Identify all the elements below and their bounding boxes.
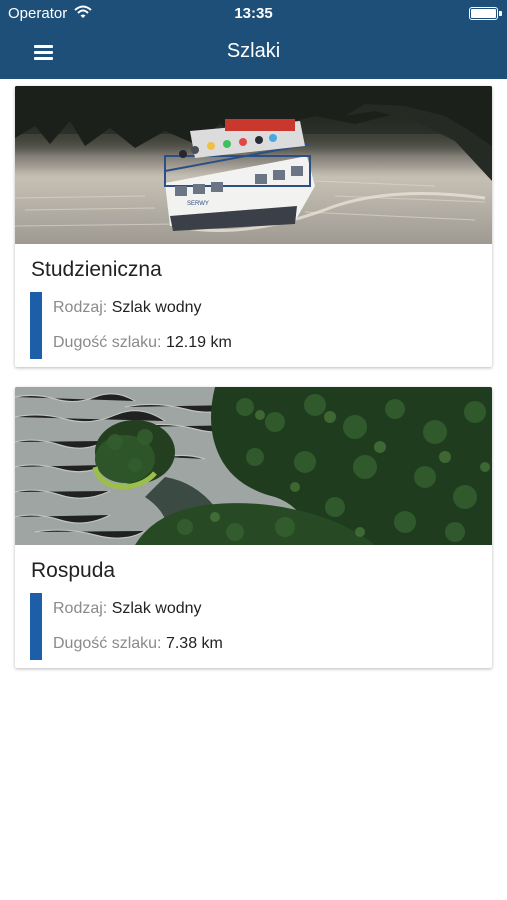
trail-length-value: 7.38 km [165,635,223,652]
boat-name-label: SERWY [187,201,209,207]
trail-length-row: Dugość szlaku: 12.19 km [53,334,232,352]
status-bar: Operator 13:35 [0,0,507,28]
trail-length-row: Dugość szlaku: 7.38 km [53,635,223,653]
trail-type-label: Rodzaj: [53,600,108,617]
trail-length-label: Dugość szlaku: [53,635,162,652]
trail-length-label: Dugość szlaku: [53,334,162,351]
trail-photo-aerial-forest [15,387,492,545]
status-time: 13:35 [234,5,273,22]
trail-card-studzieniczna[interactable]: SERWY Studzieniczna Rodzaj: Szlak wodny … [15,86,492,367]
trail-type-value: Szlak wodny [111,299,202,316]
trail-type-row: Rodzaj: Szlak wodny [53,600,202,618]
trail-accent-bar [30,292,42,359]
trail-card-rospuda[interactable]: Rospuda Rodzaj: Szlak wodny Dugość szlak… [15,387,492,668]
trail-length-value: 12.19 km [165,334,232,351]
trail-photo-lake-boat: SERWY [15,86,492,244]
trail-type-row: Rodzaj: Szlak wodny [53,299,202,317]
trail-name: Rospuda [31,559,116,582]
trail-name: Studzieniczna [31,258,162,281]
nav-bar: Operator 13:35 Szlaki [0,0,507,79]
trail-type-label: Rodzaj: [53,299,108,316]
battery-icon [469,7,502,20]
trail-type-value: Szlak wodny [111,600,202,617]
page-title: Szlaki [226,40,281,62]
trail-accent-bar [30,593,42,660]
